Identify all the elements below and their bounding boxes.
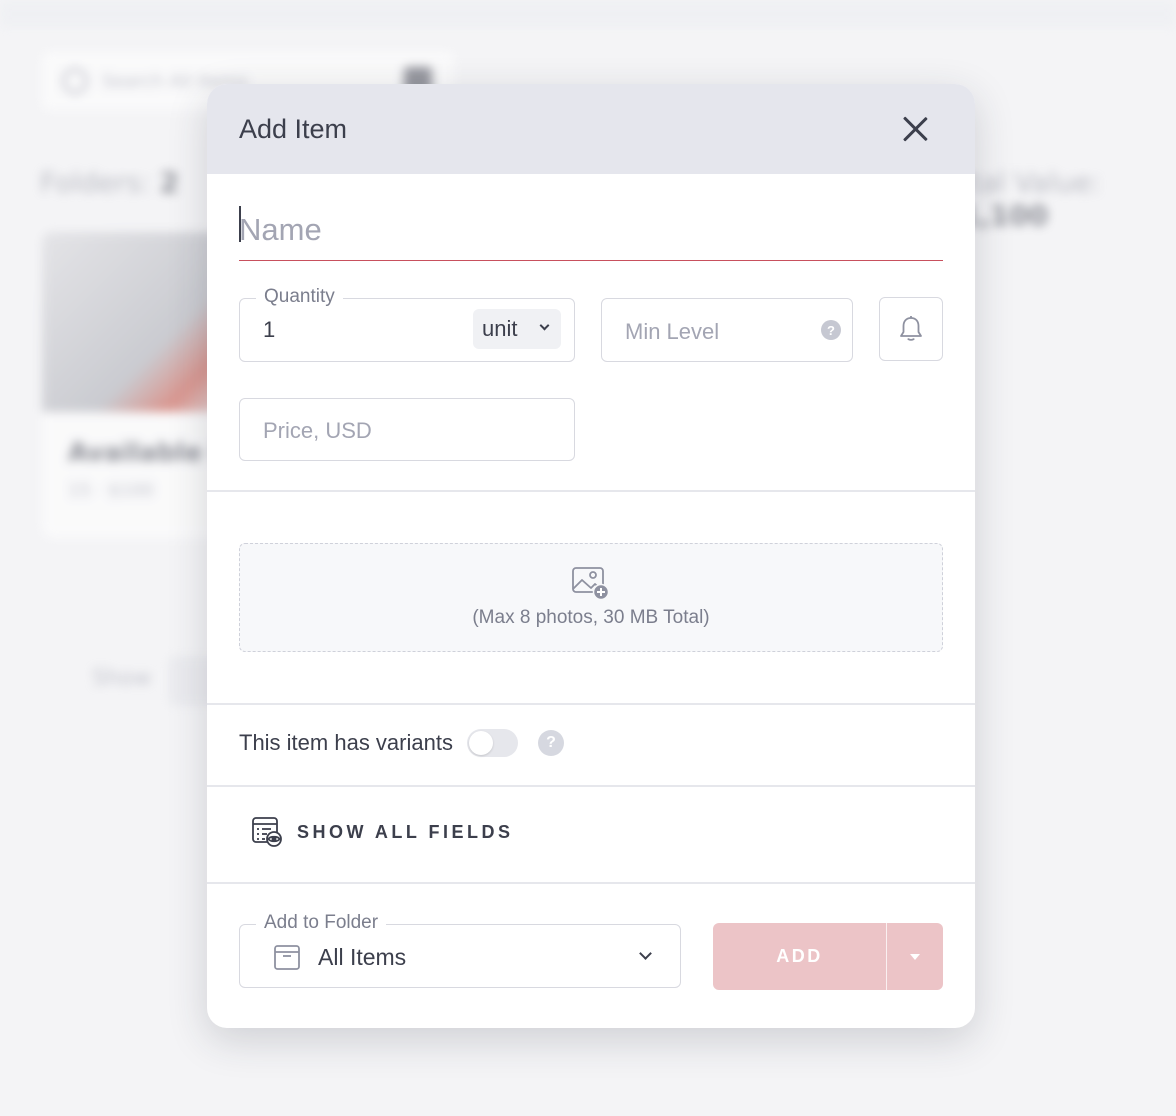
text-caret: [239, 206, 241, 242]
photo-upload-zone[interactable]: (Max 8 photos, 30 MB Total): [239, 543, 943, 652]
card-meta: 15 · $100: [68, 480, 154, 501]
min-level-field[interactable]: Min Level ?: [601, 298, 853, 362]
modal-header: Add Item: [207, 84, 975, 174]
add-options-button[interactable]: [887, 923, 943, 990]
toggle-knob: [468, 731, 493, 755]
price-field[interactable]: Price, USD: [239, 398, 575, 461]
folder-icon: [274, 945, 300, 970]
divider: [207, 703, 975, 705]
folder-label: Add to Folder: [256, 912, 387, 934]
divider: [207, 785, 975, 787]
top-bar: [0, 0, 1176, 28]
search-icon: [62, 68, 88, 94]
close-icon[interactable]: [899, 113, 931, 145]
show-all-fields-label: SHOW ALL FIELDS: [297, 821, 514, 842]
name-input[interactable]: [239, 200, 943, 260]
show-all-fields-button[interactable]: SHOW ALL FIELDS: [251, 816, 514, 848]
unit-value: unit: [482, 316, 518, 341]
help-icon[interactable]: ?: [537, 730, 564, 756]
folders-stat: Folders: 2: [40, 166, 179, 199]
divider: [207, 882, 975, 884]
add-button[interactable]: ADD: [713, 923, 887, 990]
add-photo-icon: [572, 566, 610, 600]
variants-label: This item has variants: [239, 730, 453, 755]
alert-button[interactable]: [879, 297, 943, 361]
quantity-label: Quantity: [256, 286, 343, 308]
add-item-modal: Add Item Quantity 1 unit Min Level ? Pri…: [207, 84, 975, 1028]
divider: [207, 490, 975, 492]
unit-select[interactable]: unit: [473, 309, 561, 349]
folder-value: All Items: [318, 944, 407, 970]
price-placeholder: Price, USD: [263, 418, 372, 443]
chevron-down-icon: [639, 947, 652, 960]
modal-title: Add Item: [239, 113, 348, 144]
quantity-field[interactable]: Quantity 1 unit: [239, 286, 575, 362]
fields-view-icon: [252, 817, 282, 847]
min-level-placeholder: Min Level: [625, 319, 720, 344]
total-value-stat: Total Value: $1,100: [940, 166, 1101, 232]
show-label: Show: [92, 666, 152, 691]
photo-hint: (Max 8 photos, 30 MB Total): [472, 606, 710, 628]
name-field[interactable]: [239, 200, 943, 261]
add-button-group: ADD: [713, 923, 943, 990]
quantity-value[interactable]: 1: [263, 317, 275, 343]
variants-row: This item has variants ?: [239, 729, 564, 757]
folder-select[interactable]: Add to Folder All Items: [239, 912, 681, 988]
help-icon[interactable]: ?: [821, 320, 841, 340]
bell-icon: [900, 316, 922, 341]
variants-toggle[interactable]: [466, 729, 518, 757]
caret-down-icon: [910, 953, 920, 960]
chevron-down-icon: [539, 320, 550, 331]
